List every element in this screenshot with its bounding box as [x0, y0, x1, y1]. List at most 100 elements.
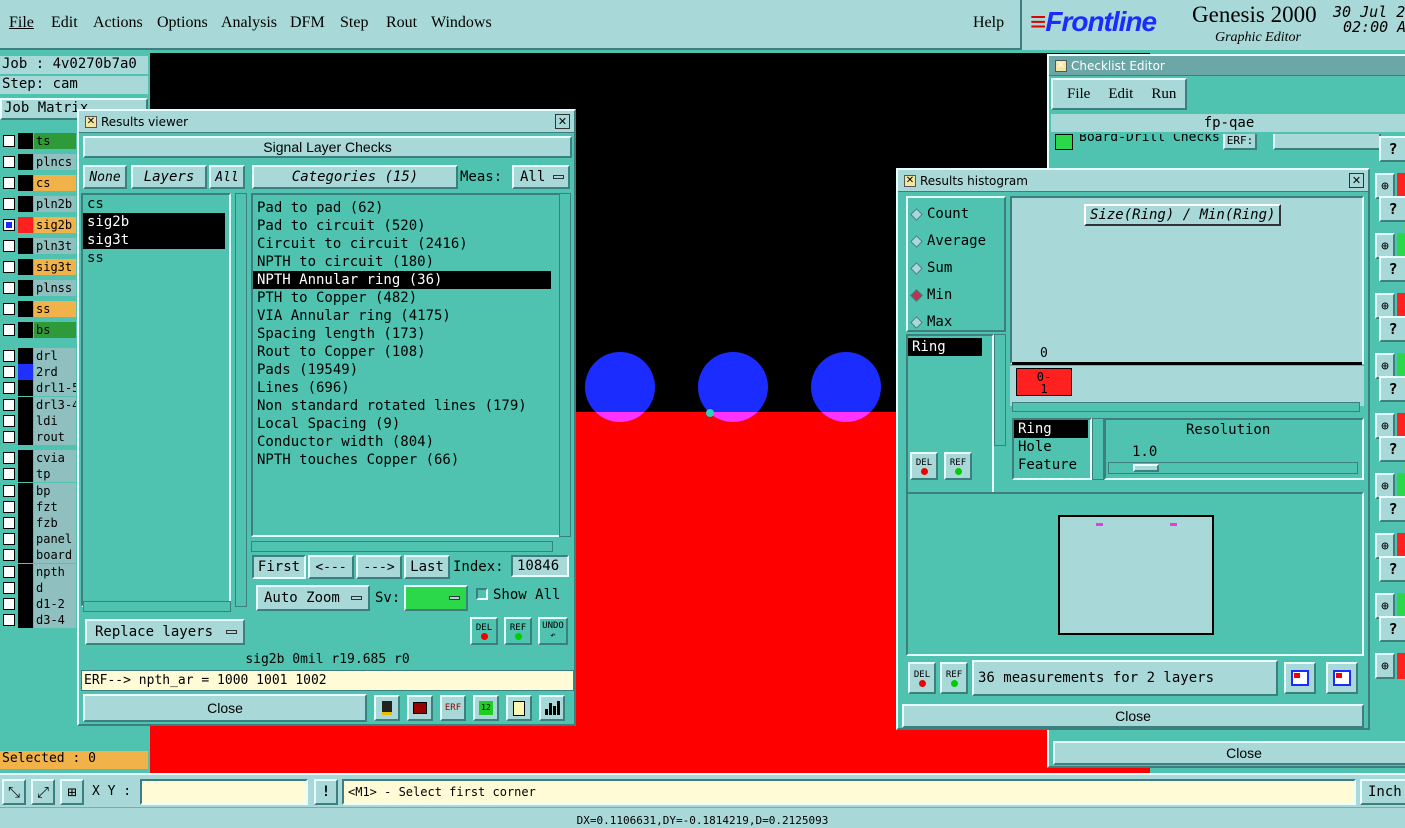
undo-button[interactable]: UNDO ↶	[538, 617, 568, 645]
category-item[interactable]: VIA Annular ring (4175)	[253, 307, 551, 325]
category-item[interactable]: Lines (696)	[253, 379, 551, 397]
layer-row[interactable]: npth	[0, 563, 76, 580]
layer-name[interactable]: ldi	[34, 412, 76, 429]
layer-checkbox[interactable]	[3, 517, 15, 529]
layer-name[interactable]: d3-4	[34, 612, 76, 629]
layer-color-swatch[interactable]	[18, 482, 33, 499]
mode-radio[interactable]: Max	[910, 312, 952, 332]
layer-list-item[interactable]: sig2b	[83, 213, 225, 231]
menu-help[interactable]: Help	[973, 14, 1004, 32]
layer-checkbox[interactable]	[3, 240, 15, 252]
layer-name[interactable]: cs	[34, 175, 76, 191]
menu-edit[interactable]: Edit	[1108, 86, 1133, 103]
meas-select[interactable]: All	[512, 165, 570, 189]
layer-row[interactable]: drl1-5	[0, 380, 76, 397]
layer-color-swatch[interactable]	[18, 466, 33, 483]
layer-color-swatch[interactable]	[18, 133, 33, 149]
layer-checkbox[interactable]	[3, 177, 15, 189]
layer-color-swatch[interactable]	[18, 429, 33, 445]
last-button[interactable]: Last	[404, 555, 450, 579]
layer-checkbox[interactable]	[3, 303, 15, 315]
help-icon[interactable]: ?	[1379, 436, 1405, 462]
xy-input[interactable]	[140, 779, 308, 805]
layer-checkbox[interactable]	[3, 598, 15, 610]
help-icon[interactable]: ?	[1379, 256, 1405, 282]
layer-row[interactable]: sig2b	[0, 217, 76, 233]
layer-name[interactable]: fzb	[34, 515, 76, 531]
layer-checkbox[interactable]	[3, 533, 15, 546]
type-list-item[interactable]: Hole	[1014, 438, 1088, 456]
layer-name[interactable]: 2rd	[34, 364, 76, 381]
bin-bar[interactable]: 0- 1	[1016, 368, 1072, 396]
layer-row[interactable]: cvia	[0, 450, 76, 467]
category-item[interactable]: NPTH to circuit (180)	[253, 253, 551, 271]
layer-list-item[interactable]: sig3t	[83, 231, 225, 249]
layer-row[interactable]: board	[0, 547, 76, 564]
trail-icon[interactable]	[374, 695, 400, 721]
auto-zoom-select[interactable]: Auto Zoom	[256, 585, 370, 611]
menu-dfm[interactable]: DFM	[290, 14, 325, 32]
report-icon[interactable]	[506, 695, 532, 721]
layer-name[interactable]: tp	[34, 466, 76, 483]
grid-icon[interactable]: ⊞	[60, 779, 84, 805]
layer-name[interactable]: bs	[34, 322, 76, 338]
category-item[interactable]: NPTH Annular ring (36)	[253, 271, 551, 289]
layer-checkbox[interactable]	[3, 500, 15, 513]
show-all-checkbox[interactable]	[476, 588, 488, 600]
layer-name[interactable]: sig2b	[34, 217, 76, 233]
measure-icon[interactable]: ⤢	[31, 779, 55, 805]
menu-actions[interactable]: Actions	[93, 14, 143, 32]
category-item[interactable]: Non standard rotated lines (179)	[253, 397, 551, 415]
menu-run[interactable]: Run	[1151, 86, 1176, 103]
layer-row[interactable]: cs	[0, 175, 76, 191]
ref-button[interactable]: REF	[944, 452, 972, 480]
menu-analysis[interactable]: Analysis	[221, 14, 277, 32]
zoom-icon[interactable]: ⊕	[1375, 653, 1395, 679]
layer-name[interactable]: plnss	[34, 280, 76, 296]
help-icon[interactable]: ?	[1379, 316, 1405, 342]
layer-list[interactable]: cs sig2b sig3t ss	[81, 193, 231, 607]
layer-checkbox[interactable]	[3, 350, 15, 362]
layer-color-swatch[interactable]	[18, 238, 33, 254]
checklist-titlebar[interactable]: ✕ Checklist Editor	[1049, 56, 1405, 76]
layer-row[interactable]: pln3t	[0, 238, 76, 254]
window-menu-icon[interactable]: ✕	[904, 174, 916, 187]
categories-vscrollbar[interactable]	[559, 193, 571, 537]
layer-row[interactable]: drl	[0, 348, 76, 364]
layer-name[interactable]: ts	[34, 133, 76, 149]
layer-name[interactable]: fzt	[34, 498, 76, 515]
layer-name[interactable]: d1-2	[34, 596, 76, 612]
category-item[interactable]: PTH to Copper (482)	[253, 289, 551, 307]
layer-checkbox[interactable]	[3, 135, 15, 147]
layer-checkbox[interactable]	[3, 614, 15, 627]
bins-hscrollbar[interactable]	[1012, 402, 1360, 412]
layer-color-swatch[interactable]	[18, 380, 33, 397]
layer-color-swatch[interactable]	[18, 175, 33, 191]
layer-color-swatch[interactable]	[18, 196, 33, 212]
layer-name[interactable]: cvia	[34, 450, 76, 467]
help-icon[interactable]: ?	[1379, 616, 1405, 642]
layer-name[interactable]: rout	[34, 429, 76, 445]
layer-color-swatch[interactable]	[18, 515, 33, 531]
layer-color-swatch[interactable]	[18, 531, 33, 548]
categories-hscrollbar[interactable]	[251, 541, 553, 552]
sv-color-select[interactable]	[404, 585, 468, 611]
layer-name[interactable]: board	[34, 547, 76, 564]
layer-color-swatch[interactable]	[18, 596, 33, 612]
histogram-icon[interactable]	[539, 695, 565, 721]
erf-disabled-icon[interactable]: ERF	[440, 695, 466, 721]
checklist-close-button[interactable]: Close	[1053, 741, 1405, 765]
layer-row[interactable]: bs	[0, 322, 76, 338]
type-list-item[interactable]: Ring	[1014, 420, 1088, 438]
menu-file[interactable]: File	[1067, 86, 1090, 103]
layer-color-swatch[interactable]	[18, 348, 33, 364]
layer-color-swatch[interactable]	[18, 217, 33, 233]
slider-handle[interactable]	[1133, 464, 1159, 472]
layer-list-hscrollbar[interactable]	[83, 601, 231, 612]
layer-checkbox[interactable]	[3, 382, 15, 395]
menu-rout[interactable]: Rout	[386, 14, 417, 32]
histogram-close-button[interactable]: Close	[902, 704, 1364, 728]
layer-color-swatch[interactable]	[18, 301, 33, 317]
histogram-titlebar[interactable]: ✕ Results histogram ✕	[898, 170, 1368, 192]
category-item[interactable]: NPTH touches Copper (66)	[253, 451, 551, 469]
